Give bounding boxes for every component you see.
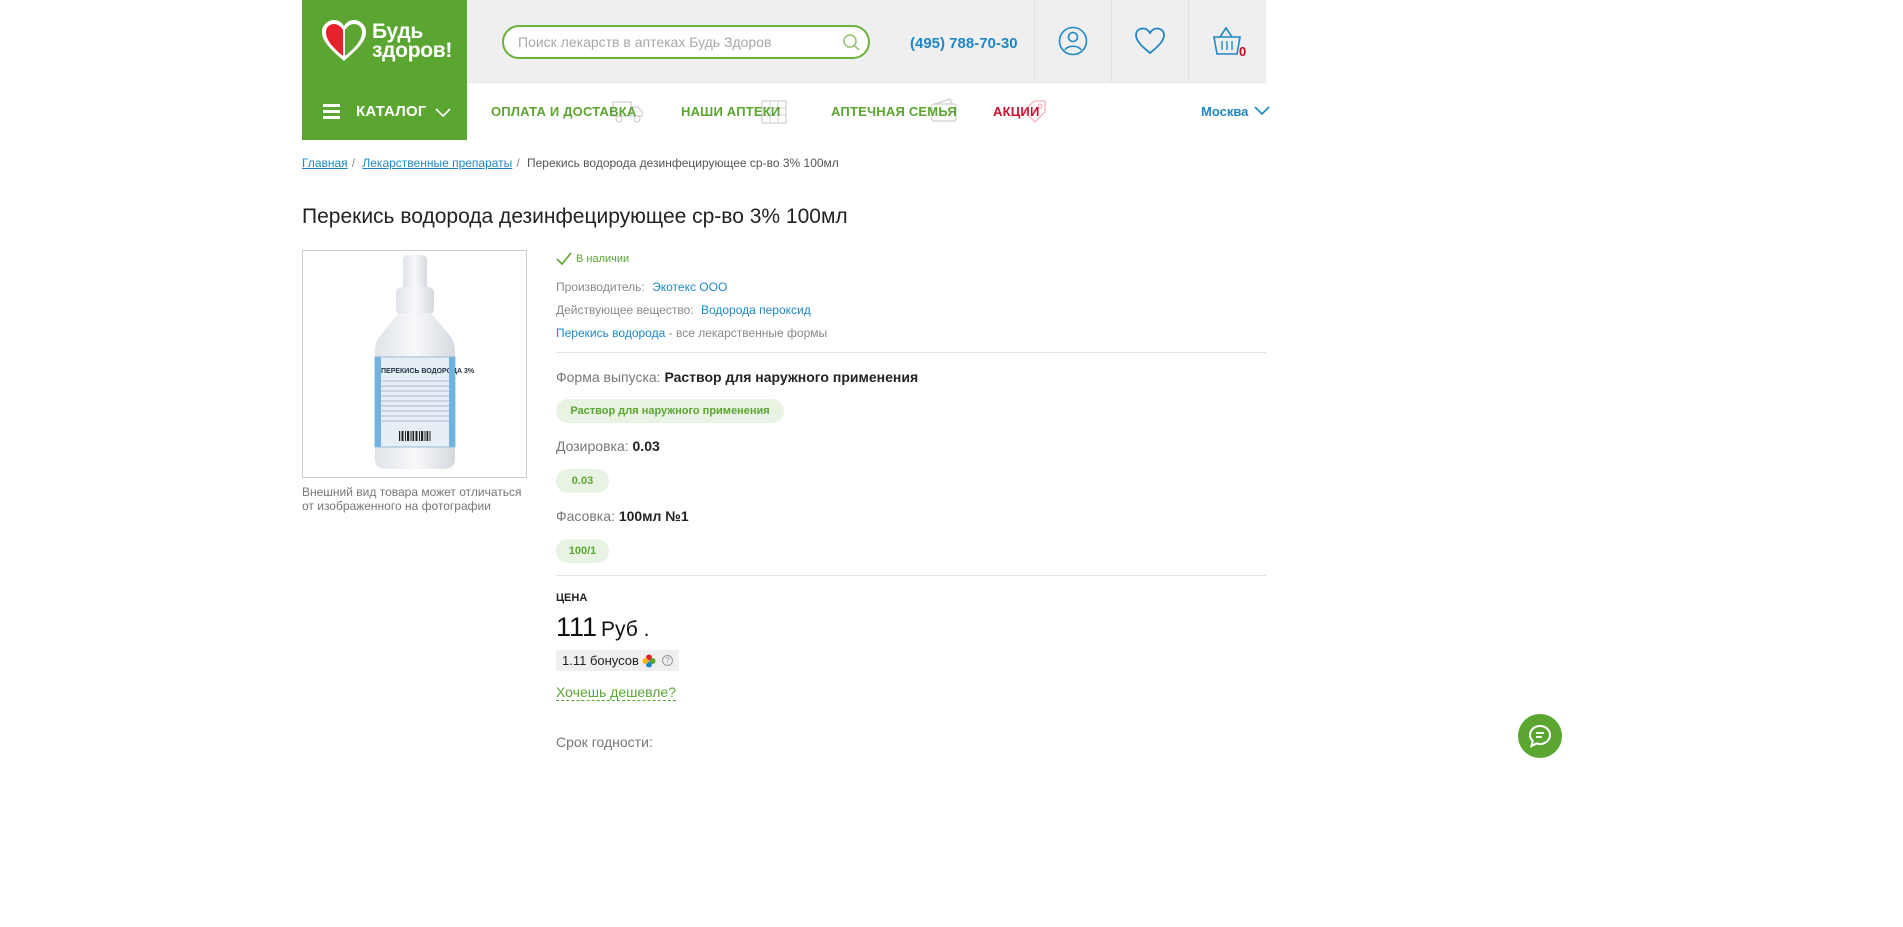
favorites-button[interactable] <box>1111 0 1188 82</box>
pack-option-chip[interactable]: 100/1 <box>556 539 609 563</box>
cart-count: 0 <box>1239 44 1247 59</box>
forms-row: Перекись водорода - все лекарственные фо… <box>556 326 827 340</box>
substance-row: Действующее вещество: Водорода пероксид <box>556 303 811 317</box>
chevron-down-icon <box>1254 106 1270 116</box>
search-box[interactable] <box>502 25 870 59</box>
wallet-icon <box>931 98 957 122</box>
bottle-label: ПЕРЕКИСЬ ВОДОРОДА 3% <box>381 368 475 375</box>
dosage-row: Дозировка: 0.03 <box>556 438 660 454</box>
help-icon[interactable]: ? <box>661 655 673 666</box>
divider <box>556 575 1266 576</box>
menu-icon <box>323 103 340 119</box>
form-option-chip[interactable]: Раствор для наружного применения <box>556 399 784 423</box>
pack-value: 100мл №1 <box>618 508 689 524</box>
manufacturer-link[interactable]: Экотекс ООО <box>652 280 727 294</box>
breadcrumb-home[interactable]: Главная <box>302 156 348 170</box>
bottle-image: ПЕРЕКИСЬ ВОДОРОДА 3% <box>374 255 475 469</box>
bonus-badge: 1.11 бонусов ? <box>556 650 679 671</box>
manufacturer-label: Производитель: <box>556 280 645 294</box>
breadcrumb-current: Перекись водорода дезинфецирующее ср-во … <box>527 156 839 170</box>
truck-icon <box>612 101 643 123</box>
forms-suffix: - все лекарственные формы <box>668 326 828 340</box>
logo[interactable]: Будь здоров! <box>302 0 467 82</box>
check-icon <box>556 252 572 266</box>
price-currency: Руб . <box>601 618 650 641</box>
city-label: Москва <box>1201 104 1249 119</box>
substance-link[interactable]: Водорода пероксид <box>701 303 811 317</box>
phone-number[interactable]: (495) 788-70-30 <box>910 35 1018 52</box>
bonus-text: 1.11 бонусов <box>562 653 639 668</box>
catalog-button[interactable]: КАТАЛОГ <box>302 82 467 140</box>
availability-text: В наличии <box>576 253 630 265</box>
chat-icon <box>1528 724 1552 748</box>
price-value: 111 <box>556 612 598 642</box>
price-label: ЦЕНА <box>556 592 588 604</box>
shelf-life-label: Срок годности: <box>556 734 653 750</box>
user-icon <box>1058 26 1088 56</box>
search-input[interactable] <box>516 33 840 51</box>
dosage-option-chip[interactable]: 0.03 <box>556 469 609 493</box>
cart-button[interactable]: 0 <box>1188 0 1265 82</box>
price: 111 Руб . <box>556 612 650 643</box>
breadcrumb: Главная / Лекарственные препараты / Переки… <box>302 156 839 170</box>
forms-link[interactable]: Перекись водорода <box>556 326 665 340</box>
image-disclaimer: Внешний вид товара может отличаться от и… <box>302 485 522 513</box>
building-icon <box>761 100 787 124</box>
substance-label: Действующее вещество: <box>556 303 694 317</box>
manufacturer-row: Производитель: Экотекс ООО <box>556 280 727 294</box>
chevron-down-icon <box>435 108 451 118</box>
pack-label: Фасовка: <box>556 508 615 524</box>
flower-icon <box>642 654 656 667</box>
account-button[interactable] <box>1034 0 1111 82</box>
logo-line2: здоров! <box>372 39 453 62</box>
breadcrumb-category[interactable]: Лекарственные препараты <box>362 156 512 170</box>
product-image[interactable]: ПЕРЕКИСЬ ВОДОРОДА 3% <box>302 250 527 478</box>
catalog-label: КАТАЛОГ <box>356 102 427 120</box>
chat-button[interactable] <box>1518 714 1562 758</box>
form-value: Раствор для наружного применения <box>664 369 919 385</box>
heart-icon <box>1135 27 1165 55</box>
dosage-value: 0.03 <box>632 438 660 454</box>
availability-status: В наличии <box>556 252 629 266</box>
tag-icon <box>1023 100 1046 123</box>
pack-row: Фасовка: 100мл №1 <box>556 508 689 524</box>
city-selector[interactable]: Москва <box>1201 104 1270 119</box>
cheaper-link[interactable]: Хочешь дешевле? <box>556 684 676 701</box>
dosage-label: Дозировка: <box>556 438 629 454</box>
heart-logo-icon <box>322 20 366 61</box>
form-label: Форма выпуска: <box>556 369 661 385</box>
search-icon[interactable] <box>842 33 860 51</box>
page-title: Перекись водорода дезинфецирующее ср-во … <box>302 205 848 228</box>
divider <box>556 352 1266 353</box>
form-row: Форма выпуска: Раствор для наружного при… <box>556 369 918 385</box>
